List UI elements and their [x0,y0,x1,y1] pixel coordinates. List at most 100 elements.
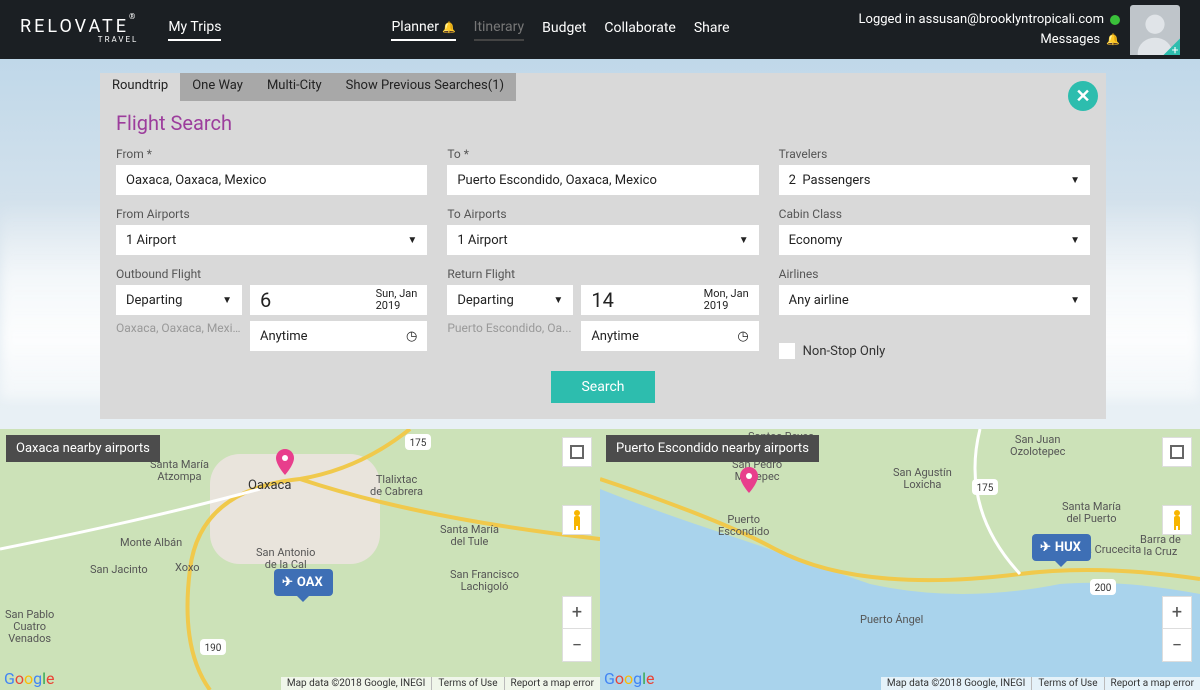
panel-title: Flight Search [116,111,1090,135]
from-airports-select[interactable]: 1 Airport▼ [116,225,427,255]
nav-my-trips[interactable]: My Trips [168,19,221,41]
tab-roundtrip[interactable]: Roundtrip [100,73,180,101]
pegman-button[interactable] [562,505,592,535]
top-nav: RELOVATE® TRAVEL My Trips Planner🔔 Itine… [0,0,1200,59]
tab-one-way[interactable]: One Way [180,73,255,101]
tab-previous-searches[interactable]: Show Previous Searches(1) [334,73,516,101]
user-email: susan@brooklyntropicali.com [932,10,1104,30]
map-city-label: Tlalixtacde Cabrera [370,474,423,498]
map-city-label: Xoxo [175,562,200,574]
map-city-label: Santa Maríadel Puerto [1062,501,1121,525]
map-terms-link[interactable]: Terms of Use [1031,677,1103,690]
fullscreen-button[interactable] [1162,437,1192,467]
nav-planner-label: Planner [391,19,438,35]
travelers-unit: Passengers [802,173,870,188]
cabin-value: Economy [789,233,843,248]
brand-main: RELOVATE [20,16,129,37]
return-label: Return Flight [447,267,758,281]
to-airports-select[interactable]: 1 Airport▼ [447,225,758,255]
outbound-departing-select[interactable]: Departing▼ [116,285,242,315]
cabin-class-select[interactable]: Economy ▼ [779,225,1090,255]
return-date-picker[interactable]: 14 Mon, Jan2019 [581,285,758,315]
nav-share[interactable]: Share [694,20,730,40]
avatar[interactable]: + [1130,5,1180,55]
nav-budget[interactable]: Budget [542,20,586,40]
nonstop-checkbox[interactable] [779,343,795,359]
to-under-label: Puerto Escondido, Oa... [447,321,573,351]
map-oaxaca[interactable]: 175 190 Oaxaca nearby airports Santa Mar… [0,429,600,690]
user-prefix: Logged in as [859,10,933,30]
map-city-label: Santa MaríaAtzompa [150,459,209,483]
map-pin-icon [276,449,294,475]
tab-multi-city[interactable]: Multi-City [255,73,334,101]
messages-link[interactable]: Messages [1040,32,1100,47]
search-panel: Roundtrip One Way Multi-City Show Previo… [100,73,1106,419]
map-city-label: San AgustínLoxicha [893,467,952,491]
map-attribution: Map data ©2018 Google, INEGI [881,677,1031,690]
to-input[interactable]: Puerto Escondido, Oaxaca, Mexico [447,165,758,195]
map-terms-link[interactable]: Terms of Use [431,677,503,690]
svg-text:175: 175 [410,438,427,449]
zoom-in-button[interactable]: + [1163,597,1191,629]
zoom-in-button[interactable]: + [563,597,591,629]
chevron-down-icon: ▼ [1070,235,1080,246]
map-tag-left: Oaxaca nearby airports [6,435,160,462]
fullscreen-button[interactable] [562,437,592,467]
svg-text:200: 200 [1095,583,1112,594]
out-anytime: Anytime [260,329,308,344]
nonstop-label: Non-Stop Only [803,344,886,359]
brand-reg: ® [129,12,138,21]
airlines-select[interactable]: Any airline▼ [779,285,1090,315]
brand-sub: TRAVEL [98,35,139,44]
nav-planner[interactable]: Planner🔔 [391,19,455,41]
plane-icon: ✈ [282,575,293,590]
return-time-select[interactable]: Anytime◷ [581,321,758,351]
google-logo: Google [4,669,55,688]
ret-day: 14 [591,288,613,312]
outbound-time-select[interactable]: Anytime ◷ [250,321,427,351]
close-panel-button[interactable]: ✕ [1068,81,1098,111]
travelers-label: Travelers [779,147,1090,161]
chevron-down-icon: ▼ [553,295,563,306]
out-day: 6 [260,288,271,312]
fullscreen-icon [570,445,584,459]
search-button[interactable]: Search [551,371,655,403]
nav-itinerary[interactable]: Itinerary [474,19,525,41]
trip-type-tabs: Roundtrip One Way Multi-City Show Previo… [100,73,1106,101]
to-label: To * [447,147,758,161]
map-city-label: San Jacinto [90,564,148,576]
map-city-label: Monte Albán [120,537,182,549]
from-airports-value: 1 Airport [126,233,176,248]
map-city-label: San JuanOzolotepec [1010,434,1065,458]
map-city-label: Barra dela Cruz [1140,534,1181,558]
airlines-label: Airlines [779,267,1090,281]
map-report-link[interactable]: Report a map error [1104,677,1200,690]
messages-bell-icon: 🔔 [1106,33,1120,46]
pegman-icon [568,509,586,531]
from-label: From * [116,147,427,161]
zoom-out-button[interactable]: − [563,629,591,661]
map-puerto-escondido[interactable]: 175 200 Puerto Escondido nearby airports… [600,429,1200,690]
chevron-down-icon: ▼ [739,235,749,246]
brand-logo[interactable]: RELOVATE® TRAVEL [20,16,138,44]
airport-badge-oax[interactable]: ✈OAX [274,569,333,596]
svg-text:190: 190 [205,643,222,654]
airlines-value: Any airline [789,293,849,308]
airport-code: HUX [1055,540,1081,555]
zoom-controls: + − [562,596,592,662]
map-report-link[interactable]: Report a map error [504,677,600,690]
airport-badge-hux[interactable]: ✈HUX [1032,534,1091,561]
outbound-date-picker[interactable]: 6 Sun, Jan2019 [250,285,427,315]
nav-collaborate[interactable]: Collaborate [604,20,675,40]
ret-year: 2019 [704,299,729,312]
clock-icon: ◷ [406,329,417,344]
from-input[interactable]: Oaxaca, Oaxaca, Mexico [116,165,427,195]
map-city-label: PuertoEscondido [718,514,769,538]
zoom-out-button[interactable]: − [1163,629,1191,661]
return-departing-select[interactable]: Departing▼ [447,285,573,315]
travelers-select[interactable]: 2 Passengers ▼ [779,165,1090,195]
ret-anytime: Anytime [591,329,639,344]
map-city-label: San Antoniode la Cal [256,547,315,571]
pegman-button[interactable] [1162,505,1192,535]
out-year: 2019 [376,299,401,312]
